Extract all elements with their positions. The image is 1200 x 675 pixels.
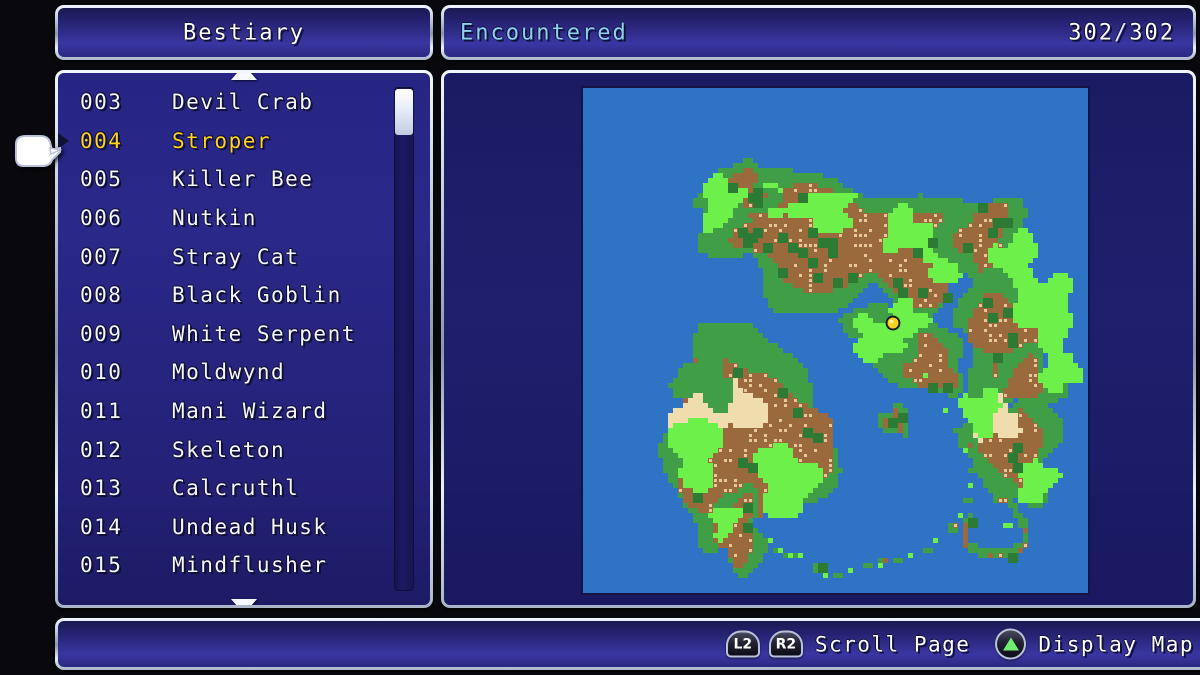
list-item-number: 009	[80, 321, 123, 346]
world-map-image	[583, 88, 1088, 593]
triangle-down-icon[interactable]	[231, 599, 257, 605]
list-item-number: 012	[80, 437, 123, 462]
list-item-name: Mani Wizard	[172, 399, 328, 424]
footer-hint-bar: L2 R2 Scroll Page Display Map	[55, 618, 1200, 670]
list-item-number: 005	[80, 167, 123, 192]
list-item-name: Devil Crab	[172, 90, 314, 115]
list-item-number: 011	[80, 399, 123, 424]
list-item-number: 010	[80, 360, 123, 385]
list-item-number: 014	[80, 514, 123, 539]
pointing-hand-cursor-icon	[15, 135, 62, 167]
page-title: Bestiary	[183, 20, 305, 45]
display-map-label: Display Map	[1038, 632, 1194, 656]
list-scrollbar[interactable]	[394, 87, 414, 591]
list-item[interactable]: 009 White Serpent	[58, 315, 430, 354]
list-item[interactable]: 006 Nutkin	[58, 199, 430, 238]
world-map-panel	[441, 70, 1196, 608]
list-item-name: Skeleton	[172, 437, 286, 462]
list-item-number: 007	[80, 244, 123, 269]
list-item-name: Stroper	[172, 128, 272, 153]
list-item[interactable]: 010 Moldwynd	[58, 353, 430, 392]
encountered-counter: 302/302	[1068, 20, 1175, 45]
footer-prompts: L2 R2 Scroll Page Display Map	[725, 628, 1194, 660]
triangle-up-icon[interactable]	[231, 73, 257, 80]
game-screen: Bestiary Encountered 302/302 003 Devil Cr…	[0, 0, 1200, 675]
list-item-number: 004	[80, 128, 123, 153]
list-item[interactable]: 011 Mani Wizard	[58, 392, 430, 431]
list-item[interactable]: 014 Undead Husk	[58, 508, 430, 547]
list-item[interactable]: 013 Calcruthl	[58, 469, 430, 508]
list-item[interactable]: 008 Black Goblin	[58, 276, 430, 315]
list-item-name: Stray Cat	[172, 244, 300, 269]
encountered-current: 302	[1068, 20, 1114, 45]
bestiary-list[interactable]: 003 Devil Crab 004 Stroper 005 Killer Bee 006 N…	[58, 83, 430, 597]
r2-shoulder-button-icon[interactable]: R2	[768, 630, 803, 658]
list-item-number: 015	[80, 553, 123, 578]
list-item[interactable]: 015 Mindflusher	[58, 546, 430, 585]
list-item[interactable]: 004 Stroper	[58, 122, 430, 161]
list-scrollbar-thumb[interactable]	[395, 89, 413, 135]
list-item[interactable]: 012 Skeleton	[58, 430, 430, 469]
list-item[interactable]: 005 Killer Bee	[58, 160, 430, 199]
list-item-name: Nutkin	[172, 206, 257, 231]
encountered-panel: Encountered 302/302	[441, 5, 1196, 60]
list-item-name: White Serpent	[172, 321, 356, 346]
triangle-glyph-icon	[1002, 637, 1019, 651]
list-item-number: 013	[80, 476, 123, 501]
list-item-name: Killer Bee	[172, 167, 314, 192]
list-item-name: Calcruthl	[172, 476, 300, 501]
triangle-button-icon[interactable]	[995, 628, 1027, 660]
encountered-total: 302	[1129, 20, 1175, 45]
list-item[interactable]: 007 Stray Cat	[58, 237, 430, 276]
encountered-label: Encountered	[460, 20, 628, 45]
list-item-number: 006	[80, 206, 123, 231]
bestiary-title-panel: Bestiary	[55, 5, 433, 60]
list-item[interactable]: 003 Devil Crab	[58, 83, 430, 122]
list-item-name: Black Goblin	[172, 283, 342, 308]
list-item-name: Mindflusher	[172, 553, 328, 578]
list-item-name: Undead Husk	[172, 514, 328, 539]
list-item-name: Moldwynd	[172, 360, 286, 385]
l2-shoulder-button-icon[interactable]: L2	[725, 630, 760, 658]
list-item-number: 003	[80, 90, 123, 115]
list-item-number: 008	[80, 283, 123, 308]
bestiary-list-panel[interactable]: 003 Devil Crab 004 Stroper 005 Killer Bee 006 N…	[55, 70, 433, 608]
world-map-canvas	[583, 88, 1088, 593]
encountered-separator: /	[1114, 20, 1130, 45]
scroll-page-label: Scroll Page	[814, 632, 971, 656]
